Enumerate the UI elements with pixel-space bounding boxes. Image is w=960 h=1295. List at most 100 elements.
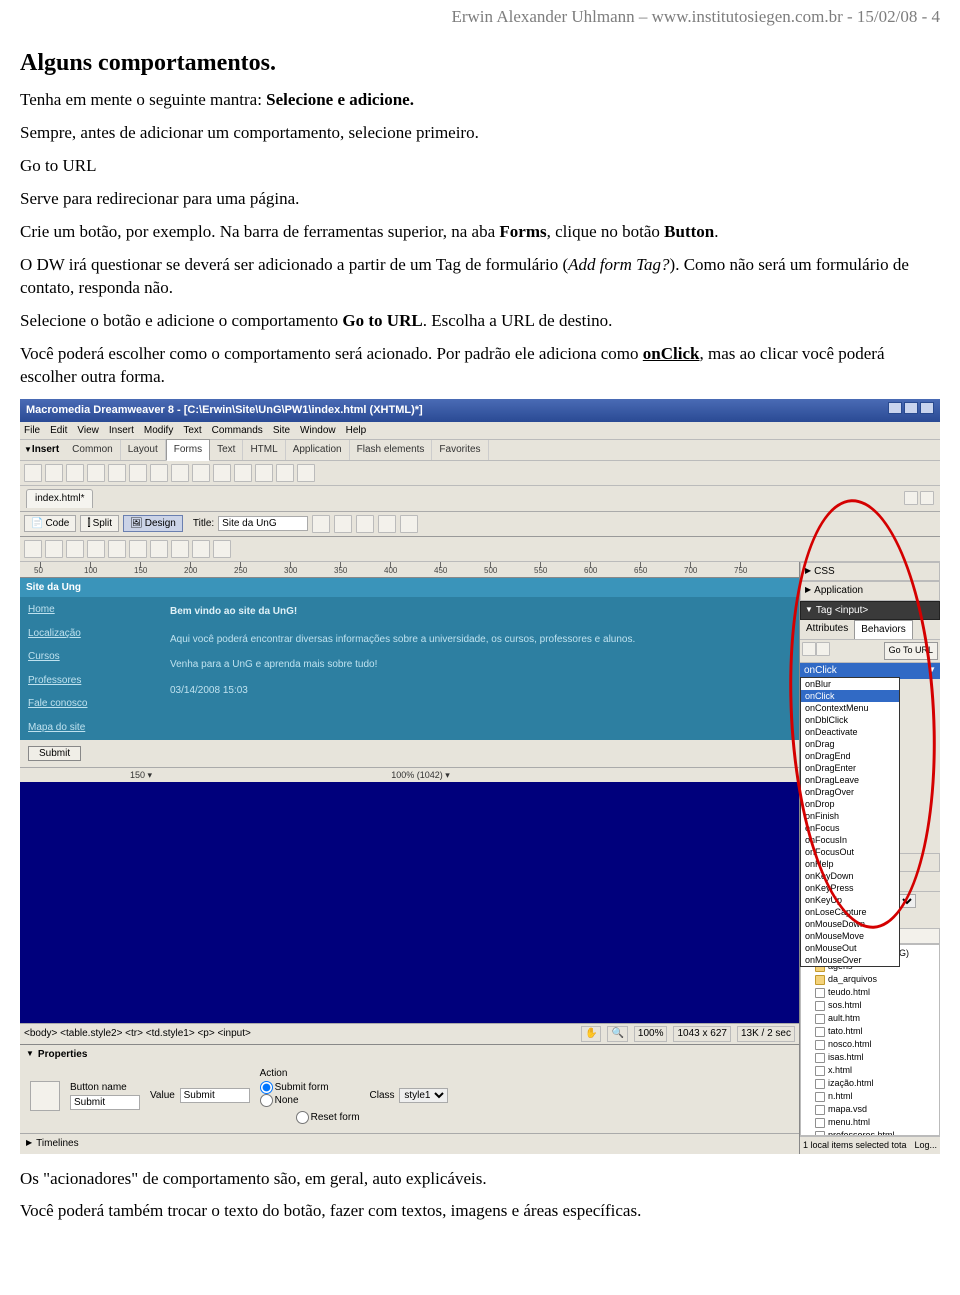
copy-icon[interactable] [150, 540, 168, 558]
tag-panel-tabs[interactable]: Attributes Behaviors [800, 620, 940, 640]
zoom-tool-icon[interactable]: 🔍 [607, 1026, 627, 1042]
insert-tab-layout[interactable]: Layout [121, 440, 166, 460]
event-option[interactable]: onMouseOver [801, 954, 899, 966]
file-item[interactable]: professores.html [803, 1129, 937, 1136]
event-option[interactable]: onClick [801, 690, 899, 702]
textarea-icon[interactable] [87, 464, 105, 482]
menu-file[interactable]: File [24, 424, 40, 438]
nav-fale-conosco[interactable]: Fale conosco [28, 697, 152, 711]
event-option[interactable]: onLoseCapture [801, 906, 899, 918]
log-link[interactable]: Log... [914, 1139, 937, 1151]
submit-button[interactable]: Submit [28, 746, 81, 761]
insert-tab-forms[interactable]: Forms [166, 439, 210, 461]
event-option[interactable]: onMouseOut [801, 942, 899, 954]
file-item[interactable]: mapa.vsd [803, 1103, 937, 1116]
event-option[interactable]: onDrop [801, 798, 899, 810]
validate-icon[interactable] [312, 515, 330, 533]
event-option[interactable]: onDblClick [801, 714, 899, 726]
print-icon[interactable] [108, 540, 126, 558]
event-option[interactable]: onBlur [801, 678, 899, 690]
event-option[interactable]: onMouseMove [801, 930, 899, 942]
file-item[interactable]: isas.html [803, 1051, 937, 1064]
behaviors-tab[interactable]: Behaviors [854, 620, 912, 639]
event-option[interactable]: onFocus [801, 822, 899, 834]
button-name-input[interactable] [70, 1095, 140, 1110]
tag-selector-path[interactable]: <body> <table.style2> <tr> <td.style1> <… [24, 1027, 251, 1041]
preview-icon[interactable] [334, 515, 352, 533]
hand-tool-icon[interactable]: ✋ [581, 1026, 601, 1042]
event-option[interactable]: onHelp [801, 858, 899, 870]
insert-tab-favorites[interactable]: Favorites [432, 440, 488, 460]
close-icon[interactable] [920, 402, 934, 414]
nav-professores[interactable]: Professores [28, 674, 152, 688]
radio-icon[interactable] [129, 464, 147, 482]
menu-help[interactable]: Help [346, 424, 367, 438]
tag-panel-header[interactable]: ▼Tag <input> [800, 601, 940, 621]
window-controls[interactable] [886, 402, 934, 419]
table-width-indicator[interactable]: 100% (1042) ▾ [391, 769, 450, 781]
button-icon[interactable] [255, 464, 273, 482]
nav-home[interactable]: Home [28, 603, 152, 617]
close-doc-icon[interactable] [920, 491, 934, 505]
saveall-icon[interactable] [87, 540, 105, 558]
imagefield-icon[interactable] [213, 464, 231, 482]
event-option[interactable]: onKeyPress [801, 882, 899, 894]
file-item[interactable]: tato.html [803, 1025, 937, 1038]
document-toolbar[interactable]: 📄Code ⫿Split 🖼Design Title: [20, 512, 940, 537]
label-icon[interactable] [276, 464, 294, 482]
menu-commands[interactable]: Commands [212, 424, 263, 438]
checkbox-icon[interactable] [108, 464, 126, 482]
file-item[interactable]: ização.html [803, 1077, 937, 1090]
nav-localizacao[interactable]: Localização [28, 627, 152, 641]
nav-mapa[interactable]: Mapa do site [28, 721, 152, 735]
event-option[interactable]: onMouseDown [801, 918, 899, 930]
zoom-value[interactable]: 100% [634, 1026, 668, 1042]
event-option[interactable]: onDragOver [801, 786, 899, 798]
open-icon[interactable] [45, 540, 63, 558]
menu-text[interactable]: Text [183, 424, 201, 438]
go-to-url-behavior[interactable]: Go To URL [884, 642, 938, 661]
event-option[interactable]: onFocusIn [801, 834, 899, 846]
cut-icon[interactable] [129, 540, 147, 558]
action-reset-radio[interactable]: Reset form [296, 1111, 360, 1125]
code-view-button[interactable]: 📄Code [24, 515, 76, 533]
page-title-input[interactable] [218, 516, 308, 531]
nav-cursos[interactable]: Cursos [28, 650, 152, 664]
file-item[interactable]: nosco.html [803, 1038, 937, 1051]
insert-toolbar[interactable]: ▼ Insert Common Layout Forms Text HTML A… [20, 439, 940, 461]
fieldset-icon[interactable] [297, 464, 315, 482]
file-item[interactable]: n.html [803, 1090, 937, 1103]
event-option[interactable]: onDrag [801, 738, 899, 750]
menu-bar[interactable]: File Edit View Insert Modify Text Comman… [20, 422, 940, 440]
menu-insert[interactable]: Insert [109, 424, 134, 438]
event-option[interactable]: onContextMenu [801, 702, 899, 714]
filefield-icon[interactable] [234, 464, 252, 482]
design-view-button[interactable]: 🖼Design [123, 515, 183, 533]
textfield-icon[interactable] [45, 464, 63, 482]
minimize-doc-icon[interactable] [904, 491, 918, 505]
event-list[interactable]: onClick ▼ onBluronClickonContextMenuonDb… [800, 663, 940, 679]
insert-tab-common[interactable]: Common [65, 440, 121, 460]
insert-tab-application[interactable]: Application [286, 440, 350, 460]
timelines-panel[interactable]: ▶Timelines [20, 1133, 799, 1154]
action-submit-radio[interactable]: Submit form [260, 1081, 360, 1095]
insert-tab-flash[interactable]: Flash elements [350, 440, 433, 460]
viewport-size[interactable]: 1043 x 627 [673, 1026, 731, 1042]
radiogroup-icon[interactable] [150, 464, 168, 482]
class-select[interactable]: style1 [399, 1088, 448, 1103]
event-option[interactable]: onDragEnd [801, 750, 899, 762]
add-behavior-icon[interactable] [802, 642, 816, 656]
split-view-button[interactable]: ⫿Split [80, 515, 119, 533]
insert-tab-text[interactable]: Text [210, 440, 243, 460]
event-option[interactable]: onFinish [801, 810, 899, 822]
insert-tab-html[interactable]: HTML [243, 440, 285, 460]
properties-header[interactable]: Properties [38, 1048, 87, 1062]
behavior-tools[interactable]: Go To URL [800, 640, 940, 664]
document-tabs[interactable]: index.html* [20, 486, 940, 512]
menu-site[interactable]: Site [273, 424, 290, 438]
file-tree[interactable]: Site - C:\Er...\Site\UnG)agensda_arquivo… [800, 944, 940, 1136]
refresh-icon[interactable] [356, 515, 374, 533]
minimize-icon[interactable] [888, 402, 902, 414]
file-item[interactable]: ault.htm [803, 1012, 937, 1025]
check-icon[interactable] [400, 515, 418, 533]
